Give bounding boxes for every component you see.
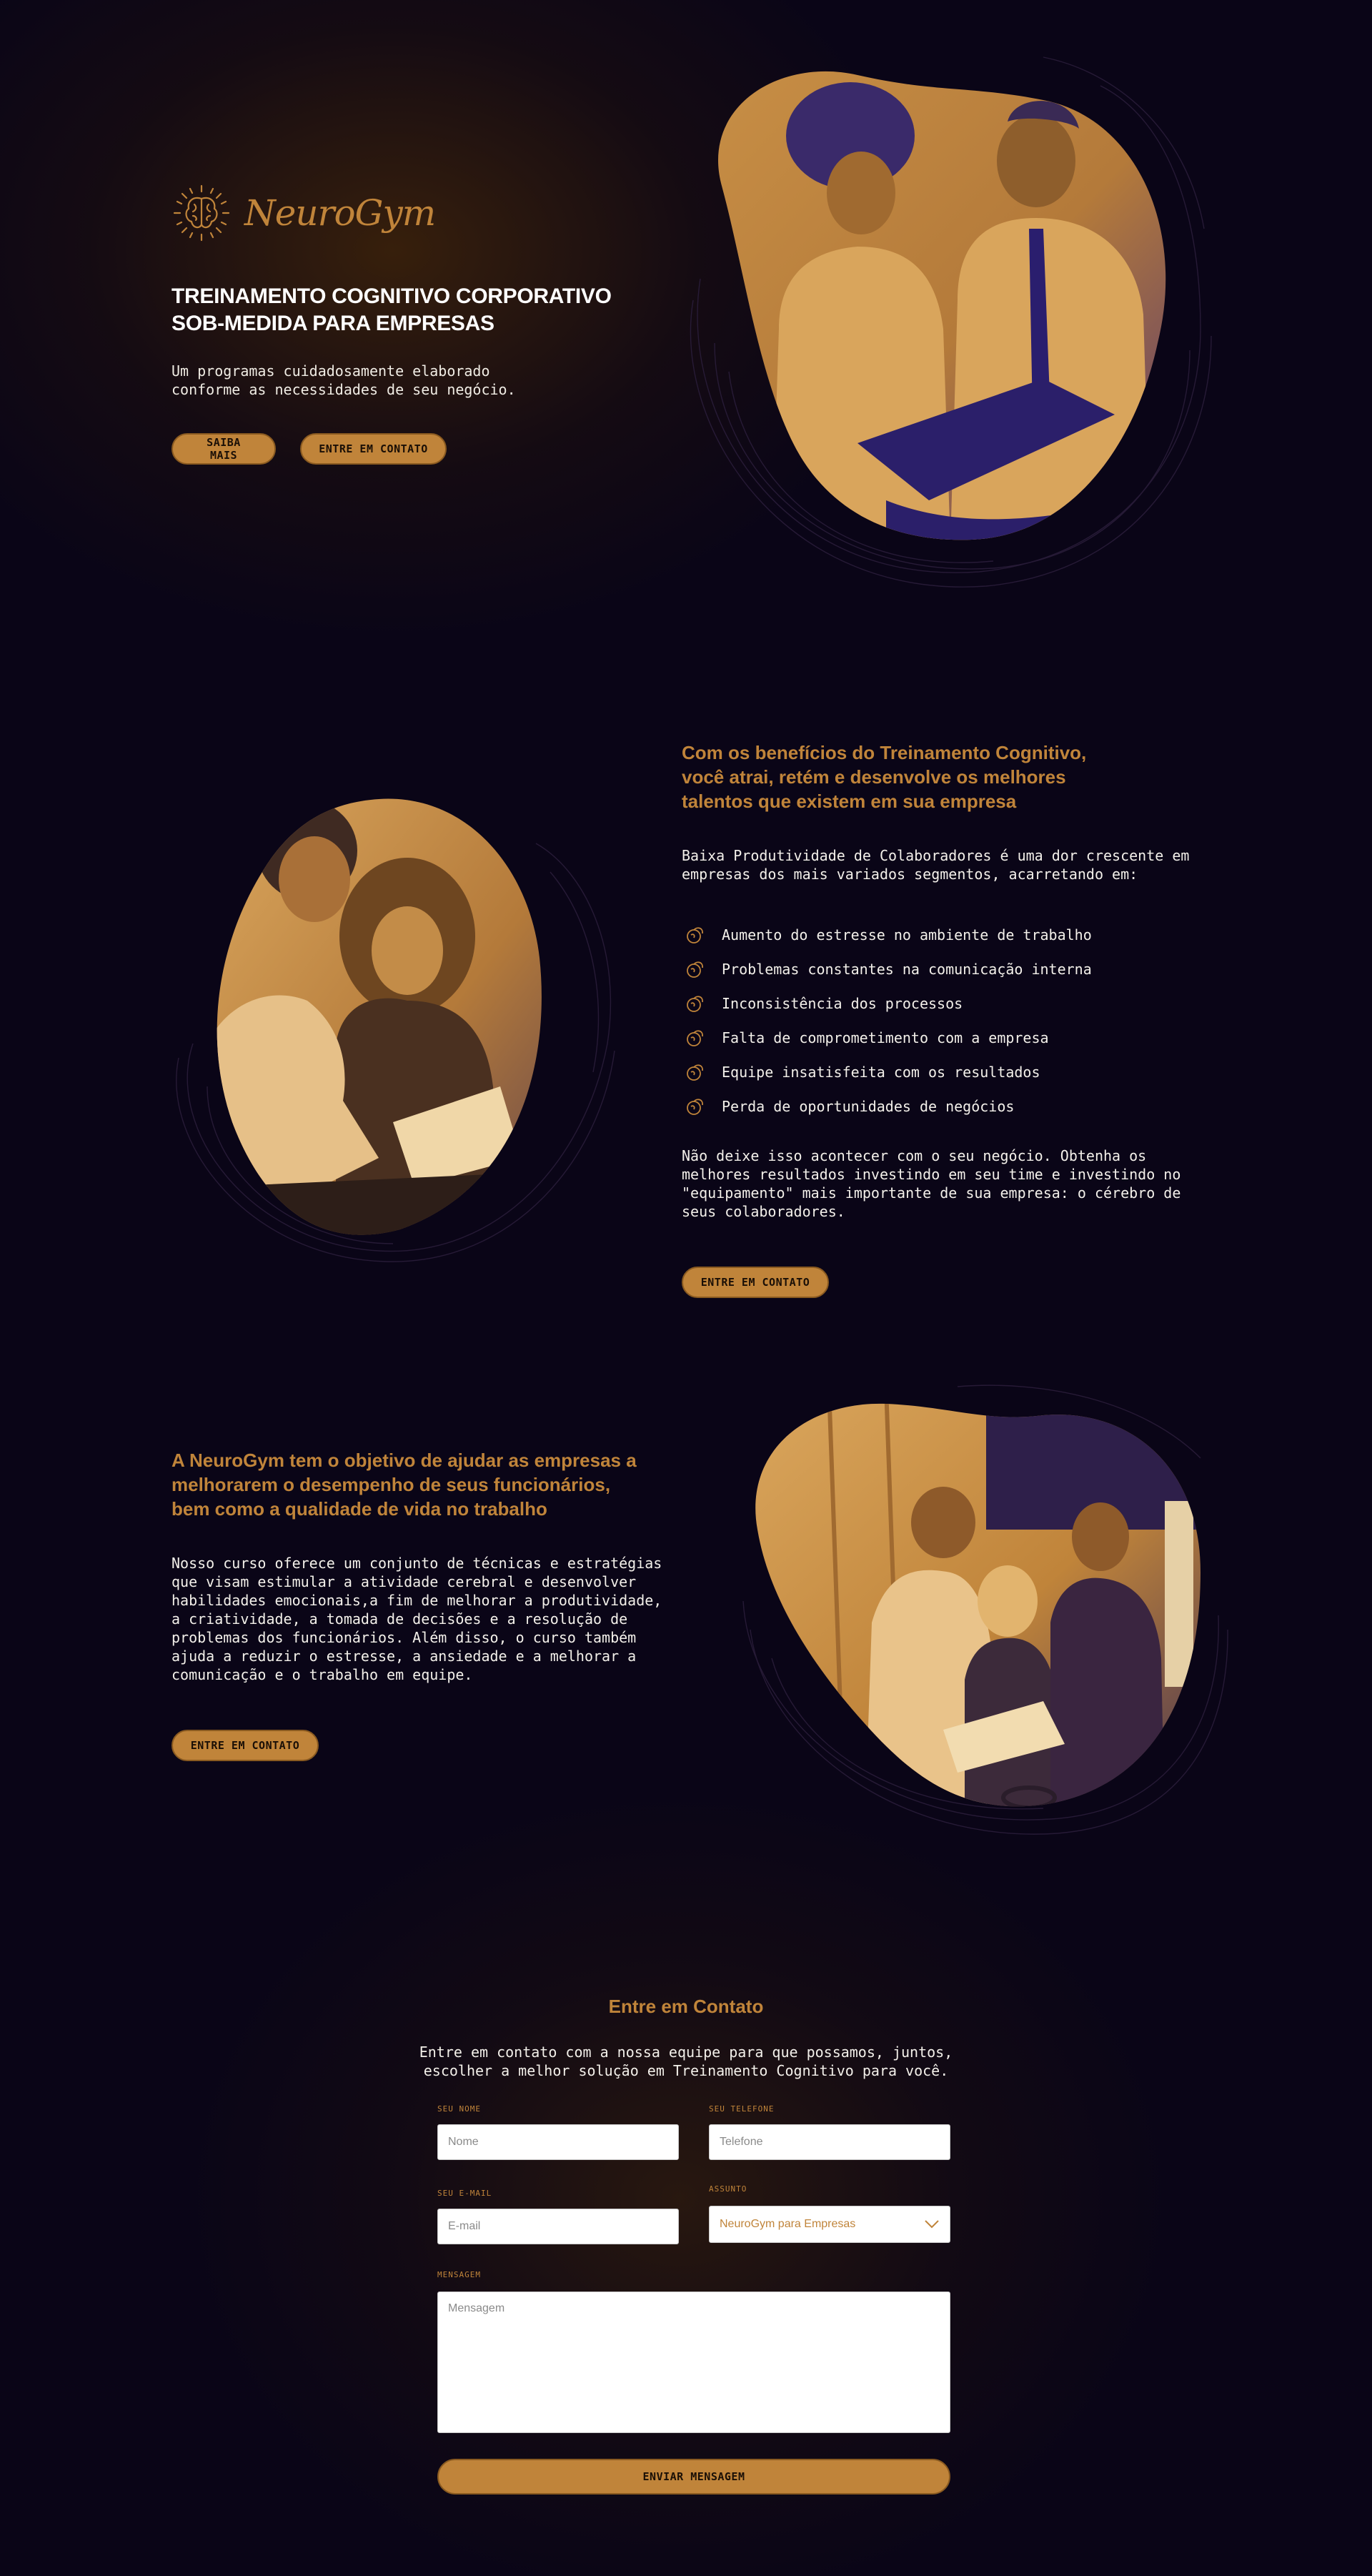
benefits-intro-line: empresas dos mais variados segmentos, ac… bbox=[682, 866, 1138, 883]
send-message-button[interactable]: ENVIAR MENSAGEM bbox=[437, 2459, 950, 2495]
benefits-image bbox=[164, 786, 622, 1262]
about-image bbox=[742, 1384, 1229, 1835]
subject-select[interactable]: NeuroGym para Empresas bbox=[709, 2206, 950, 2243]
list-item-label: Problemas constantes na comunicação inte… bbox=[722, 961, 1092, 978]
list-item: Equipe insatisfeita com os resultados bbox=[683, 1055, 1092, 1089]
chevron-down-icon bbox=[925, 2220, 939, 2229]
benefits-closing: Não deixe isso acontecer com o seu negóc… bbox=[682, 1146, 1211, 1221]
contact-subtitle-line: escolher a melhor solução em Treinamento… bbox=[423, 2062, 949, 2079]
hero-title: TREINAMENTO COGNITIVO CORPORATIVO SOB-ME… bbox=[172, 283, 615, 337]
hero-title-line: TREINAMENTO COGNITIVO CORPORATIVO bbox=[172, 284, 612, 308]
list-item-label: Inconsistência dos processos bbox=[722, 995, 963, 1012]
message-field[interactable] bbox=[437, 2292, 950, 2433]
benefits-closing-line: "equipamento" mais importante de sua emp… bbox=[682, 1184, 1181, 1202]
brain-bullet-icon bbox=[687, 1030, 703, 1046]
contact-subtitle-line: Entre em contato com a nossa equipe para… bbox=[419, 2044, 953, 2061]
message-label: MENSAGEM bbox=[437, 2270, 481, 2279]
list-item-label: Perda de oportunidades de negócios bbox=[722, 1098, 1015, 1115]
contact-subtitle: Entre em contato com a nossa equipe para… bbox=[400, 2043, 972, 2080]
logo-text: NeuroGym bbox=[244, 192, 436, 234]
about-heading: A NeuroGym tem o objetivo de ajudar as e… bbox=[172, 1448, 657, 1521]
brain-bullet-icon bbox=[687, 1064, 703, 1081]
subject-label: ASSUNTO bbox=[709, 2184, 747, 2194]
benefits-closing-line: Não deixe isso acontecer com o seu negóc… bbox=[682, 1147, 1147, 1164]
brain-bullet-icon bbox=[687, 961, 703, 978]
list-item: Problemas constantes na comunicação inte… bbox=[683, 952, 1092, 986]
email-field[interactable] bbox=[437, 2209, 679, 2244]
hero-subtitle: Um programas cuidadosamente elaborado co… bbox=[172, 362, 572, 399]
about-heading-line: A NeuroGym tem o objetivo de ajudar as e… bbox=[172, 1450, 637, 1471]
name-label: SEU NOME bbox=[437, 2104, 481, 2114]
benefits-list: Aumento do estresse no ambiente de traba… bbox=[683, 918, 1092, 1124]
brain-bullet-icon bbox=[687, 1099, 703, 1115]
about-body-line: problemas dos funcionários. Além disso, … bbox=[172, 1629, 637, 1646]
benefits-heading-line: você atrai, retém e desenvolve os melhor… bbox=[682, 766, 1066, 788]
benefits-closing-line: seus colaboradores. bbox=[682, 1203, 845, 1220]
about-heading-line: bem como a qualidade de vida no trabalho bbox=[172, 1498, 547, 1520]
saiba-mais-button[interactable]: SAIBA MAIS bbox=[172, 433, 276, 465]
about-body-line: ajuda a reduzir o estresse, a ansiedade … bbox=[172, 1648, 637, 1665]
email-label: SEU E-MAIL bbox=[437, 2189, 492, 2198]
benefits-contact-button[interactable]: ENTRE EM CONTATO bbox=[682, 1267, 829, 1298]
about-body: Nosso curso oferece um conjunto de técni… bbox=[172, 1554, 686, 1684]
brain-icon bbox=[173, 184, 230, 242]
list-item-label: Aumento do estresse no ambiente de traba… bbox=[722, 926, 1092, 943]
about-contact-button[interactable]: ENTRE EM CONTATO bbox=[172, 1730, 319, 1761]
about-body-line: Nosso curso oferece um conjunto de técni… bbox=[172, 1555, 662, 1572]
logo[interactable]: NeuroGym bbox=[172, 183, 436, 243]
contact-title: Entre em Contato bbox=[608, 1996, 764, 2017]
list-item: Falta de comprometimento com a empresa bbox=[683, 1021, 1092, 1055]
benefits-heading: Com os benefícios do Treinamento Cogniti… bbox=[682, 740, 1125, 813]
brain-bullet-icon bbox=[687, 996, 703, 1012]
hero-contact-button[interactable]: ENTRE EM CONTATO bbox=[300, 433, 447, 465]
hero-image bbox=[672, 43, 1215, 589]
list-item-label: Falta de comprometimento com a empresa bbox=[722, 1029, 1049, 1046]
about-body-line: comunicação e o trabalho em equipe. bbox=[172, 1666, 473, 1683]
list-item: Aumento do estresse no ambiente de traba… bbox=[683, 918, 1092, 952]
name-field[interactable] bbox=[437, 2124, 679, 2160]
list-item: Perda de oportunidades de negócios bbox=[683, 1089, 1092, 1124]
phone-field[interactable] bbox=[709, 2124, 950, 2160]
hero-title-line: SOB-MEDIDA PARA EMPRESAS bbox=[172, 312, 494, 335]
list-item-label: Equipe insatisfeita com os resultados bbox=[722, 1064, 1040, 1081]
list-item: Inconsistência dos processos bbox=[683, 986, 1092, 1021]
benefits-heading-line: talentos que existem em sua empresa bbox=[682, 791, 1017, 812]
phone-label: SEU TELEFONE bbox=[709, 2104, 775, 2114]
hero-subtitle-line: conforme as necessidades de seu negócio. bbox=[172, 381, 516, 398]
hero-subtitle-line: Um programas cuidadosamente elaborado bbox=[172, 362, 490, 380]
benefits-intro: Baixa Produtividade de Colaboradores é u… bbox=[682, 846, 1211, 883]
brain-bullet-icon bbox=[687, 927, 703, 943]
about-body-line: habilidades emocionais,a fim de melhorar… bbox=[172, 1592, 662, 1609]
benefits-closing-line: melhores resultados investindo em seu ti… bbox=[682, 1166, 1181, 1183]
about-heading-line: melhorarem o desempenho de seus funcioná… bbox=[172, 1474, 611, 1495]
about-body-line: a criatividade, a tomada de decisões e a… bbox=[172, 1610, 628, 1628]
benefits-heading-line: Com os benefícios do Treinamento Cogniti… bbox=[682, 742, 1087, 763]
subject-select-value: NeuroGym para Empresas bbox=[720, 2218, 856, 2230]
benefits-intro-line: Baixa Produtividade de Colaboradores é u… bbox=[682, 847, 1190, 864]
about-body-line: que visam estimular a atividade cerebral… bbox=[172, 1573, 637, 1590]
